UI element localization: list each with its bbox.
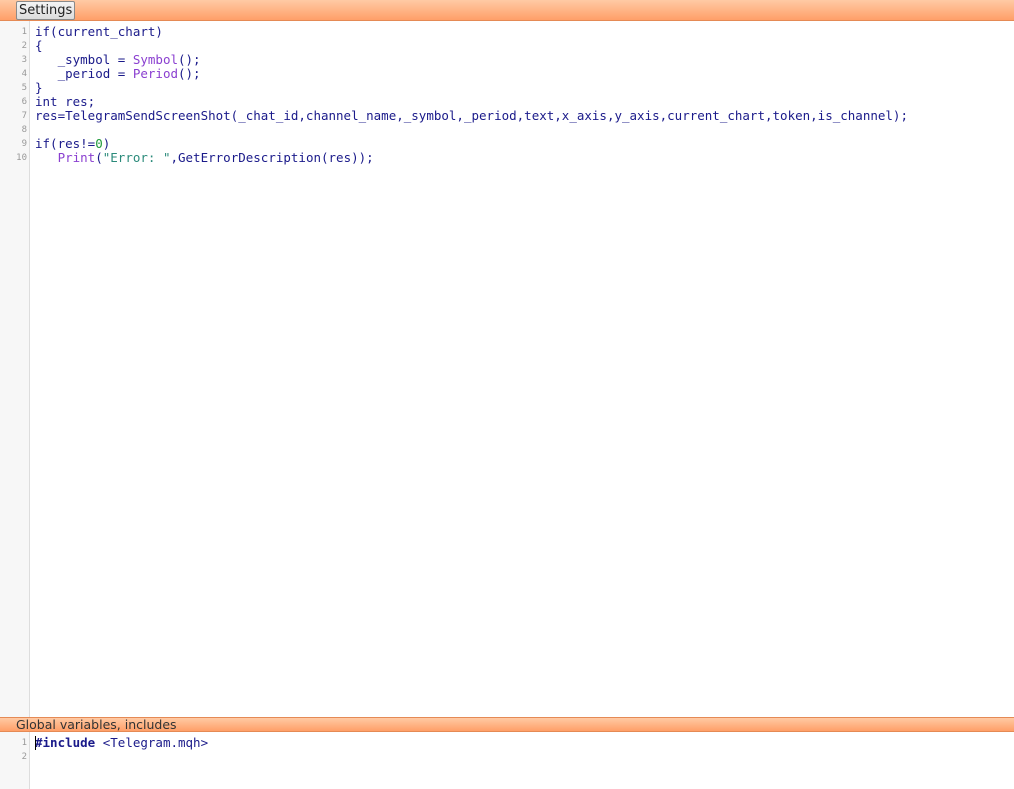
line-number: 1 xyxy=(21,27,27,37)
code-line: 6 int res; xyxy=(0,95,1014,109)
code-token: if(current_chart) xyxy=(35,24,163,39)
code-token: _period = xyxy=(35,66,133,81)
line-number: 2 xyxy=(21,752,27,762)
line-number: 9 xyxy=(21,139,27,149)
code-token: Period xyxy=(132,66,178,81)
code-line: 7 res=TelegramSendScreenShot(_chat_id,cha… xyxy=(0,109,1014,123)
globals-code-editor[interactable]: 1 #include <Telegram.mqh> 2 xyxy=(0,732,1014,789)
code-token: ( xyxy=(95,150,103,165)
code-text[interactable]: } xyxy=(35,81,43,95)
code-token: int res; xyxy=(35,94,96,109)
code-token: if(res!= xyxy=(35,136,96,151)
line-number: 7 xyxy=(21,111,27,121)
code-text[interactable]: _symbol = Symbol(); xyxy=(35,53,201,67)
code-token: (); xyxy=(178,66,201,81)
code-token: (); xyxy=(178,52,201,67)
line-number: 5 xyxy=(21,83,27,93)
code-token: ,GetErrorDescription(res)); xyxy=(170,150,374,165)
line-number: 4 xyxy=(21,69,27,79)
code-token: ) xyxy=(102,136,111,151)
code-line: 1 #include <Telegram.mqh> xyxy=(0,736,1014,750)
code-text[interactable]: res=TelegramSendScreenShot(_chat_id,chan… xyxy=(35,109,908,123)
code-editor-app: Settings 1 if(current_chart) 2{3 _symbol =… xyxy=(0,0,1014,789)
code-line: 9 if(res!=0) xyxy=(0,137,1014,151)
code-text[interactable]: int res; xyxy=(35,95,95,109)
code-text[interactable]: { xyxy=(35,39,43,53)
code-text[interactable]: if(res!=0) xyxy=(35,137,110,151)
line-number: 6 xyxy=(21,97,27,107)
code-text[interactable]: #include <Telegram.mqh> xyxy=(35,736,208,750)
globals-section-header[interactable]: Global variables, includes xyxy=(0,717,1014,732)
code-line: 2{ xyxy=(0,39,1014,53)
code-text[interactable]: _period = Period(); xyxy=(35,67,201,81)
code-token: } xyxy=(35,80,43,95)
code-token: res=TelegramSendScreenShot(_chat_id,chan… xyxy=(35,108,908,123)
code-token: <Telegram.mqh> xyxy=(95,735,209,750)
code-token: #include xyxy=(35,735,96,750)
code-token: "Error: " xyxy=(102,150,171,165)
main-code-editor[interactable]: 1 if(current_chart) 2{3 _symbol = Symbol()… xyxy=(0,21,1014,717)
code-token: 0 xyxy=(95,136,103,151)
code-line: 1 if(current_chart) xyxy=(0,25,1014,39)
code-line: 5} xyxy=(0,81,1014,95)
code-line: 8 xyxy=(0,123,1014,137)
line-number: 3 xyxy=(21,55,27,65)
code-token: Print xyxy=(57,150,96,165)
top-toolbar: Settings xyxy=(0,0,1014,21)
line-number: 8 xyxy=(21,125,27,135)
line-number: 1 xyxy=(21,738,27,748)
text-cursor xyxy=(35,736,36,750)
code-lines: 1 #include <Telegram.mqh> 2 xyxy=(0,736,1014,764)
globals-section-title: Global variables, includes xyxy=(16,717,177,732)
line-number: 2 xyxy=(21,41,27,51)
code-token: _symbol = xyxy=(35,52,133,67)
code-token: Symbol xyxy=(132,52,178,67)
code-line: 2 xyxy=(0,750,1014,764)
code-line: 3 _symbol = Symbol(); xyxy=(0,53,1014,67)
settings-button[interactable]: Settings xyxy=(16,1,76,20)
code-text[interactable]: if(current_chart) xyxy=(35,25,163,39)
code-text[interactable]: Print("Error: ",GetErrorDescription(res)… xyxy=(35,151,374,165)
code-line: 10 Print("Error: ",GetErrorDescription(r… xyxy=(0,151,1014,165)
code-lines: 1 if(current_chart) 2{3 _symbol = Symbol()… xyxy=(0,25,1014,165)
line-number: 10 xyxy=(16,153,27,163)
code-token: { xyxy=(35,38,43,53)
code-line: 4 _period = Period(); xyxy=(0,67,1014,81)
